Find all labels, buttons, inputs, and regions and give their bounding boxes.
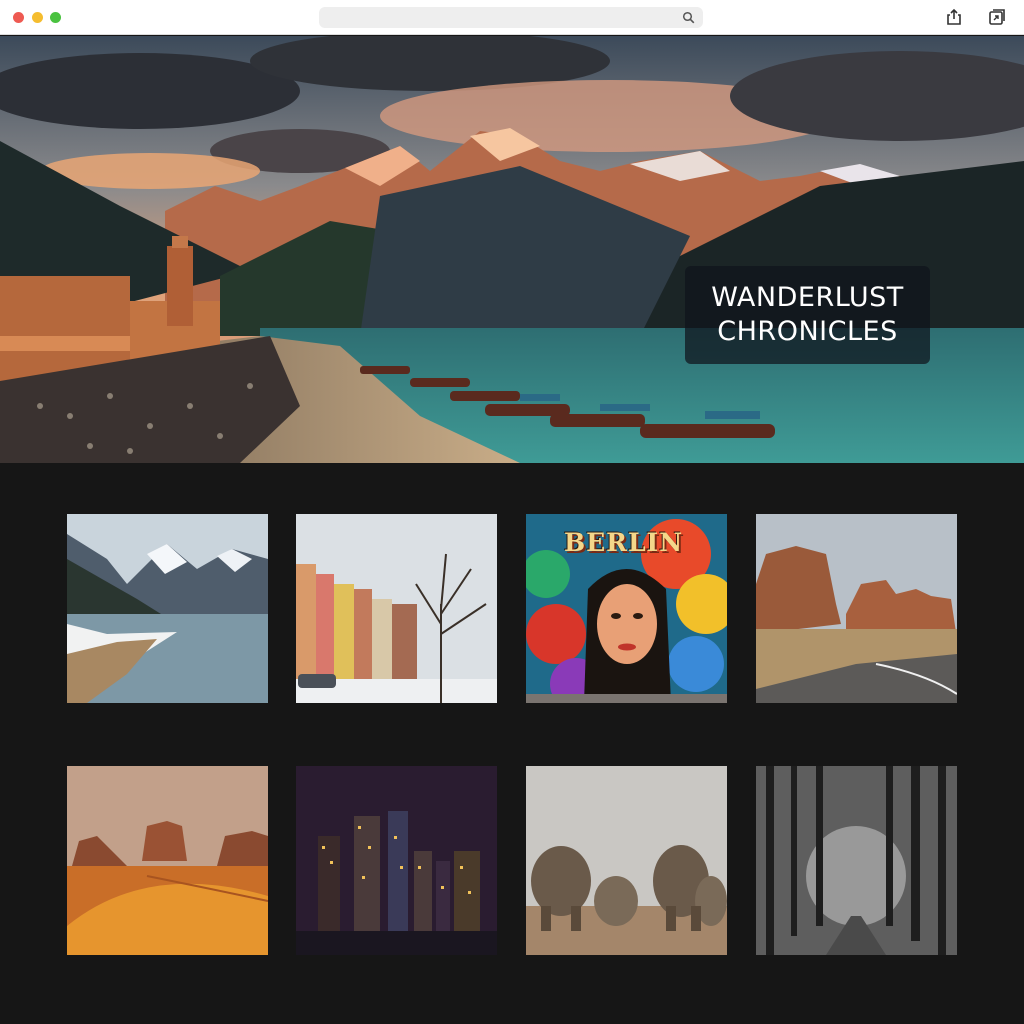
photo-desert-rock-road[interactable] bbox=[756, 514, 957, 703]
site-title-line-2: CHRONICLES bbox=[717, 316, 898, 347]
site-title-card: WANDERLUST CHRONICLES bbox=[685, 266, 930, 364]
share-icon[interactable] bbox=[944, 7, 964, 27]
site-title: WANDERLUST CHRONICLES bbox=[711, 281, 904, 349]
maximize-window-button[interactable] bbox=[50, 12, 61, 23]
hero-banner: WANDERLUST CHRONICLES bbox=[0, 36, 1024, 463]
photo-snowy-lake-mountains[interactable] bbox=[67, 514, 268, 703]
berlin-mural-label: BERLIN bbox=[564, 528, 684, 557]
photo-foggy-forest-path[interactable] bbox=[756, 766, 957, 955]
photo-night-skyline[interactable] bbox=[296, 766, 497, 955]
close-window-button[interactable] bbox=[13, 12, 24, 23]
photo-elephant-herd[interactable] bbox=[526, 766, 727, 955]
search-icon bbox=[682, 11, 695, 24]
photo-winter-city-street[interactable] bbox=[296, 514, 497, 703]
site-title-line-1: WANDERLUST bbox=[711, 282, 904, 313]
tabs-icon[interactable] bbox=[987, 7, 1007, 27]
minimize-window-button[interactable] bbox=[32, 12, 43, 23]
browser-toolbar bbox=[0, 0, 1024, 35]
address-bar[interactable] bbox=[319, 7, 703, 28]
photo-sand-dunes-mesas[interactable] bbox=[67, 766, 268, 955]
hero-landscape-image bbox=[0, 36, 1024, 463]
photo-berlin-mural[interactable]: BERLIN bbox=[526, 514, 727, 703]
